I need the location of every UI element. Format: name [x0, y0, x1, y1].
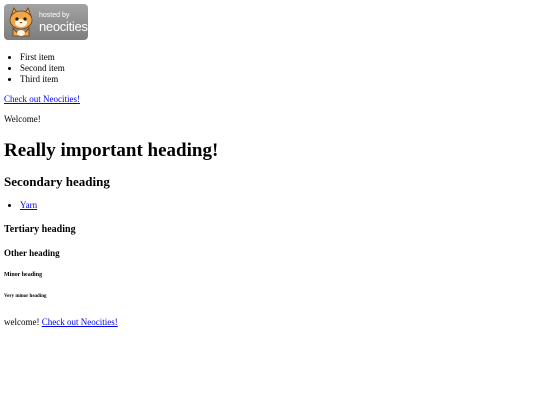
final-welcome-text: welcome!: [4, 316, 42, 327]
list-item: Third item: [20, 74, 540, 85]
list-item: Second item: [20, 63, 540, 74]
yarn-list: Yarn: [4, 200, 540, 211]
neocities-badge[interactable]: hosted by neocities: [4, 4, 88, 40]
yarn-link[interactable]: Yarn: [20, 200, 37, 210]
final-neocities-link[interactable]: Check out Neocities!: [42, 317, 118, 327]
heading-6: Very minor heading: [4, 293, 47, 299]
page: hosted by neocities First item Second it…: [0, 0, 540, 327]
list-item: Yarn: [20, 200, 540, 211]
heading-2: Secondary heading: [4, 173, 110, 189]
final-paragraph: welcome! Check out Neocities!: [4, 317, 540, 328]
neocities-cat-logo-icon: [9, 7, 33, 37]
heading-1: Really important heading!: [4, 139, 219, 161]
welcome-text: Welcome!: [4, 113, 41, 124]
list-item: First item: [20, 52, 540, 63]
badge-text: hosted by neocities: [39, 12, 88, 33]
neocities-link-block: Check out Neocities!: [4, 94, 540, 105]
heading-5: Minor heading: [4, 271, 43, 278]
badge-site-name: neocities: [39, 18, 88, 34]
item-list: First item Second item Third item: [4, 52, 540, 85]
heading-3: Tertiary heading: [4, 223, 76, 235]
heading-4: Other heading: [4, 247, 60, 258]
neocities-link[interactable]: Check out Neocities!: [4, 94, 80, 104]
